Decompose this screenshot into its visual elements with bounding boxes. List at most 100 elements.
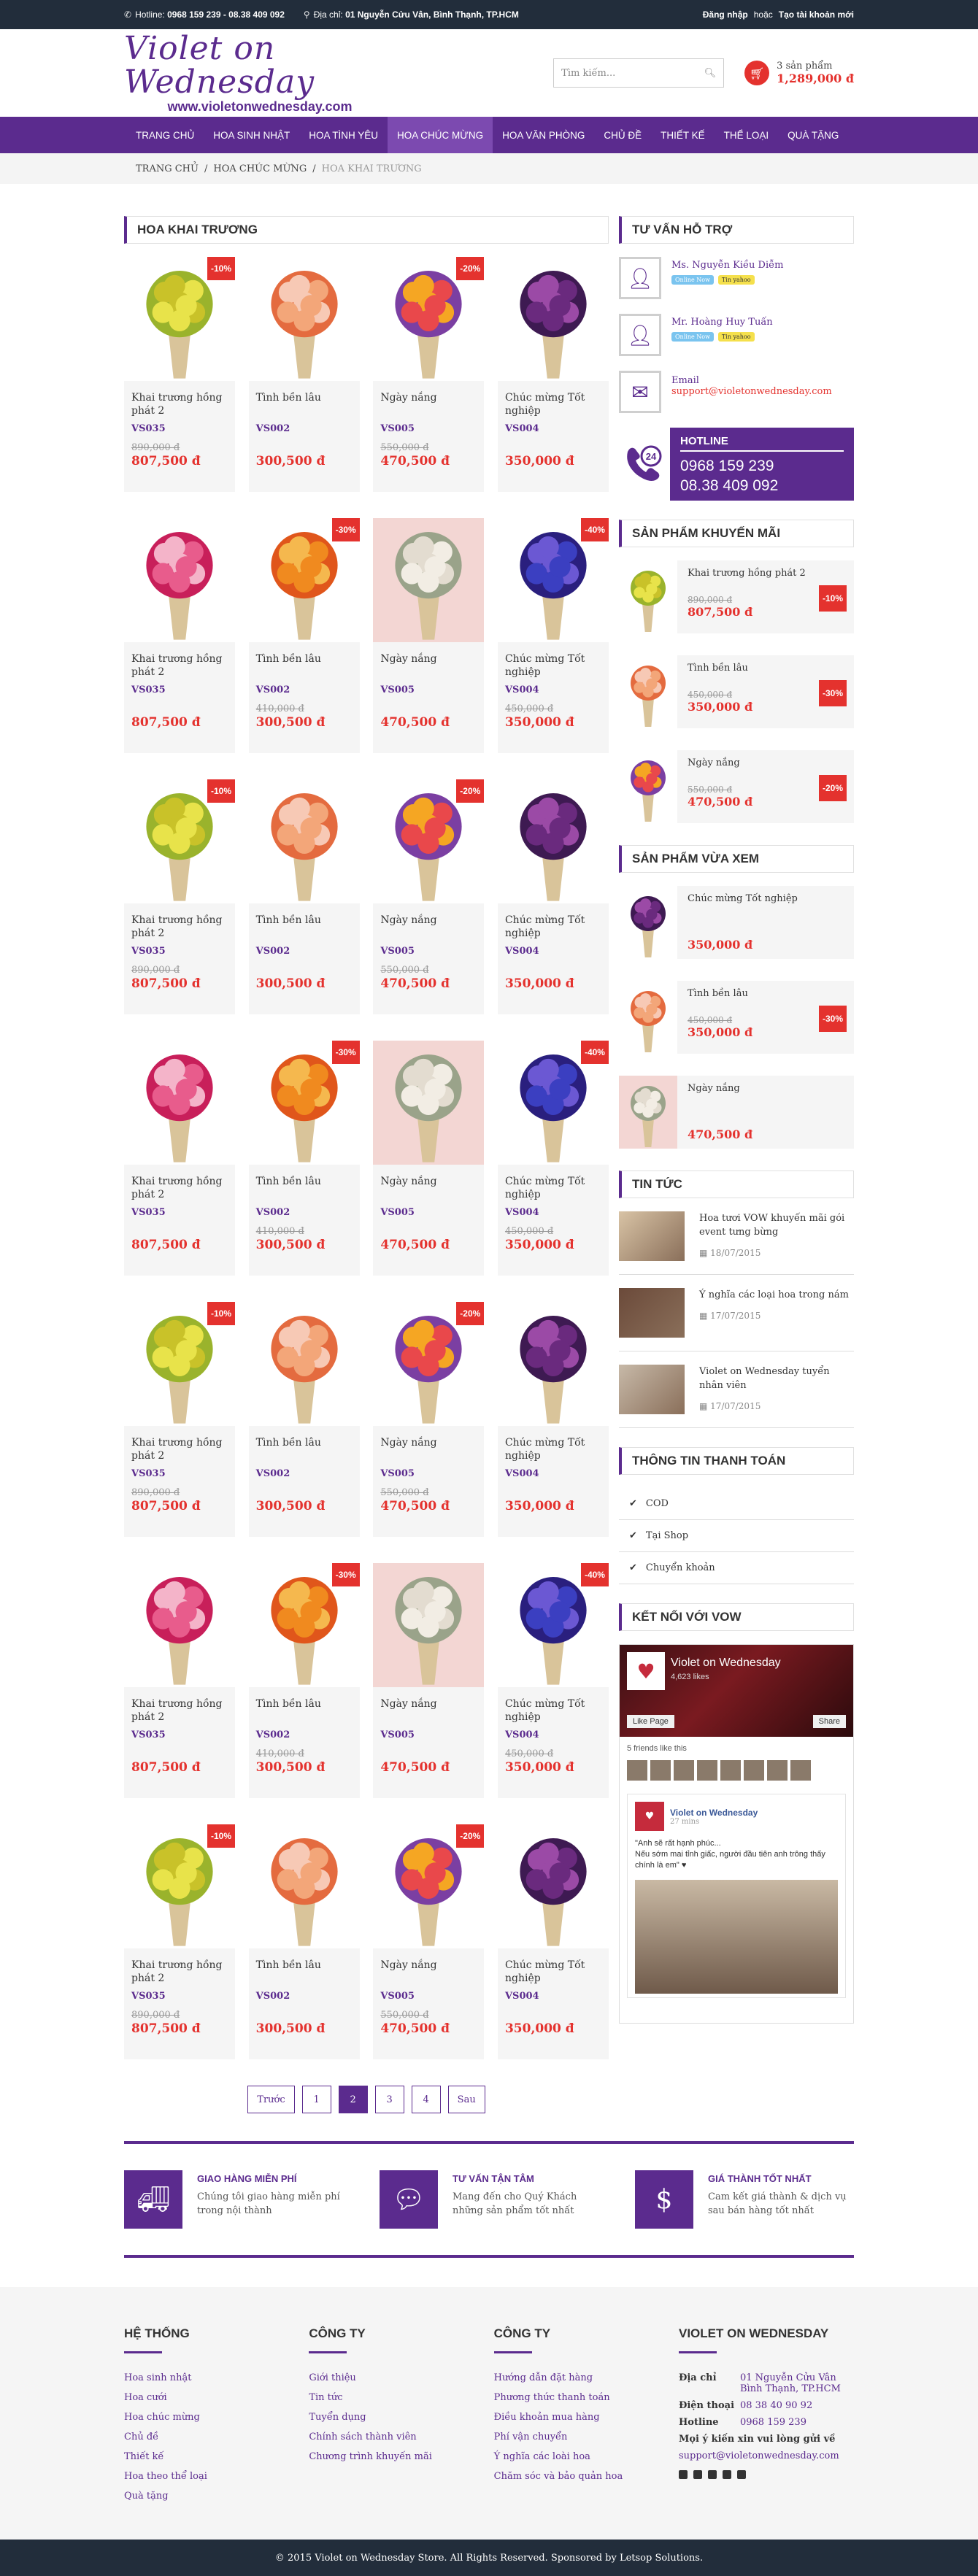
product-name[interactable]: Khai trương hồng phát 2 (131, 1175, 228, 1203)
nav-office[interactable]: HOA VĂN PHÒNG (493, 117, 594, 153)
nav-congrats[interactable]: HOA CHÚC MỪNG (388, 117, 493, 153)
yahoo-badge[interactable]: Tin yahoo (717, 275, 755, 285)
product-card[interactable]: -10% Khai trương hồng phát 2 VS035 890,0… (124, 1302, 235, 1537)
product-card[interactable]: Khai trương hồng phát 2 VS035 807,500 đ (124, 1563, 235, 1798)
footer-link[interactable]: Chăm sóc và bảo quản hoa (494, 2471, 669, 2482)
footer-link[interactable]: Tuyển dụng (309, 2412, 484, 2423)
footer-link[interactable]: Chương trình khuyến mãi (309, 2451, 484, 2462)
avatar[interactable] (720, 1760, 741, 1781)
product-card[interactable]: -20% Ngày nắng VS005 550,000 đ 470,500 đ (373, 1824, 485, 2059)
hotline-phone-2[interactable]: 08.38 409 092 (680, 476, 844, 495)
product-image[interactable] (248, 1824, 360, 1948)
product-name[interactable]: Khai trương hồng phát 2 (131, 652, 228, 680)
facebook-icon[interactable] (678, 2470, 688, 2479)
product-card[interactable]: Ngày nắng VS005 470,500 đ (373, 518, 485, 753)
product-image[interactable] (373, 1563, 485, 1687)
product-name[interactable]: Tình bền lâu (256, 1697, 353, 1725)
product-card[interactable]: Tình bền lâu VS002 300,500 đ (248, 779, 360, 1014)
news-item[interactable]: Violet on Wednesday tuyển nhân viên ▦ 17… (619, 1365, 854, 1428)
search-input[interactable]: Tìm kiếm... 🔍︎ (553, 58, 725, 88)
mini-product-name[interactable]: Tình bền lâu (688, 663, 752, 674)
footer-link[interactable]: Giới thiệu (309, 2372, 484, 2383)
footer-link[interactable]: Chủ đề (124, 2432, 299, 2442)
nav-design[interactable]: THIẾT KẾ (651, 117, 715, 153)
product-image[interactable] (124, 518, 235, 642)
product-card[interactable]: Tình bền lâu VS002 300,500 đ (248, 1824, 360, 2059)
youtube-icon[interactable] (693, 2470, 702, 2479)
nav-home[interactable]: TRANG CHỦ (124, 117, 204, 153)
product-name[interactable]: Tình bền lâu (256, 1175, 353, 1203)
product-image[interactable] (497, 1302, 609, 1426)
product-name[interactable]: Ngày nắng (380, 1697, 477, 1725)
footer-email-link[interactable]: support@violetonwednesday.com (679, 2450, 839, 2461)
product-image[interactable]: -40% (497, 518, 609, 642)
product-image[interactable]: -20% (373, 1824, 485, 1948)
post-photo[interactable] (635, 1880, 838, 1994)
avatar[interactable] (767, 1760, 788, 1781)
product-name[interactable]: Tình bền lâu (256, 1959, 353, 1986)
product-image[interactable]: -30% (248, 1563, 360, 1687)
footer-link[interactable]: Ý nghĩa các loài hoa (494, 2451, 669, 2462)
news-thumbnail[interactable] (619, 1211, 685, 1261)
product-name[interactable]: Chúc mừng Tốt nghiệp (505, 1175, 601, 1203)
news-thumbnail[interactable] (619, 1365, 685, 1414)
pager-page-1[interactable]: 1 (301, 2086, 331, 2113)
product-image[interactable] (497, 1824, 609, 1948)
pager-page-4[interactable]: 4 (411, 2086, 441, 2113)
product-card[interactable]: Khai trương hồng phát 2 VS035 807,500 đ (124, 518, 235, 753)
logo[interactable]: Violet on Wednesday www.violetonwednesda… (124, 32, 396, 115)
footer-link[interactable]: Hoa chúc mừng (124, 2412, 299, 2423)
product-image[interactable]: -20% (373, 257, 485, 381)
product-image[interactable]: -40% (497, 1041, 609, 1165)
product-card[interactable]: -30% Tình bền lâu VS002 410,000 đ 300,50… (248, 1563, 360, 1798)
product-card[interactable]: Chúc mừng Tốt nghiệp VS004 350,000 đ (497, 257, 609, 492)
avatar[interactable] (674, 1760, 694, 1781)
product-card[interactable]: Ngày nắng VS005 470,500 đ (373, 1563, 485, 1798)
product-card[interactable]: Chúc mừng Tốt nghiệp VS004 350,000 đ (497, 1824, 609, 2059)
mini-product-name[interactable]: Khai trương hồng phát 2 (688, 568, 806, 579)
product-image[interactable] (248, 779, 360, 903)
product-name[interactable]: Ngày nắng (380, 1959, 477, 1986)
product-card[interactable]: -30% Tình bền lâu VS002 410,000 đ 300,50… (248, 518, 360, 753)
product-image[interactable] (373, 518, 485, 642)
avatar[interactable] (697, 1760, 717, 1781)
product-name[interactable]: Tình bền lâu (256, 391, 353, 419)
product-image[interactable]: -40% (497, 1563, 609, 1687)
mini-product[interactable]: Khai trương hồng phát 2 890,000 đ 807,50… (619, 560, 854, 633)
news-title[interactable]: Violet on Wednesday tuyển nhân viên (699, 1365, 854, 1392)
mini-product-name[interactable]: Ngày nắng (688, 757, 752, 768)
product-card[interactable]: -10% Khai trương hồng phát 2 VS035 890,0… (124, 779, 235, 1014)
news-item[interactable]: Hoa tươi VOW khuyến mãi gói event tưng b… (619, 1211, 854, 1275)
product-name[interactable]: Chúc mừng Tốt nghiệp (505, 1697, 601, 1725)
mini-product-name[interactable]: Tình bền lâu (688, 988, 752, 999)
support-email-link[interactable]: support@violetonwednesday.com (671, 386, 832, 397)
online-badge[interactable]: Online Now (671, 332, 714, 342)
product-image[interactable]: -30% (248, 518, 360, 642)
yahoo-badge[interactable]: Tin yahoo (717, 332, 755, 342)
footer-link[interactable]: Quà tặng (124, 2491, 299, 2502)
product-name[interactable]: Khai trương hồng phát 2 (131, 391, 228, 419)
pager-prev[interactable]: Trước (247, 2086, 295, 2113)
product-image[interactable]: -10% (124, 779, 235, 903)
avatar[interactable] (790, 1760, 811, 1781)
twitter-icon[interactable] (722, 2470, 731, 2479)
product-card[interactable]: Tình bền lâu VS002 300,500 đ (248, 1302, 360, 1537)
pager-next[interactable]: Sau (447, 2086, 485, 2113)
product-name[interactable]: Khai trương hồng phát 2 (131, 914, 228, 941)
product-card[interactable]: Tình bền lâu VS002 300,500 đ (248, 257, 360, 492)
mini-product[interactable]: Tình bền lâu 450,000 đ 350,000 đ -30% (619, 981, 854, 1054)
news-title[interactable]: Ý nghĩa các loại hoa trong nám (699, 1288, 849, 1302)
product-card[interactable]: -20% Ngày nắng VS005 550,000 đ 470,500 đ (373, 779, 485, 1014)
product-name[interactable]: Khai trương hồng phát 2 (131, 1697, 228, 1725)
nav-topics[interactable]: CHỦ ĐỀ (594, 117, 651, 153)
product-name[interactable]: Ngày nắng (380, 1175, 477, 1203)
cart-widget[interactable]: 🛒︎ 3 sản phẩm 1,289,000 đ (744, 61, 854, 85)
like-page-button[interactable]: Like Page (627, 1715, 674, 1728)
product-card[interactable]: -10% Khai trương hồng phát 2 VS035 890,0… (124, 257, 235, 492)
product-image[interactable] (497, 257, 609, 381)
mini-product[interactable]: Chúc mừng Tốt nghiệp 350,000 đ (619, 886, 854, 959)
post-author[interactable]: Violet on Wednesday (670, 1808, 758, 1818)
news-thumbnail[interactable] (619, 1288, 685, 1338)
product-image[interactable] (373, 1041, 485, 1165)
pager-page-3[interactable]: 3 (374, 2086, 404, 2113)
